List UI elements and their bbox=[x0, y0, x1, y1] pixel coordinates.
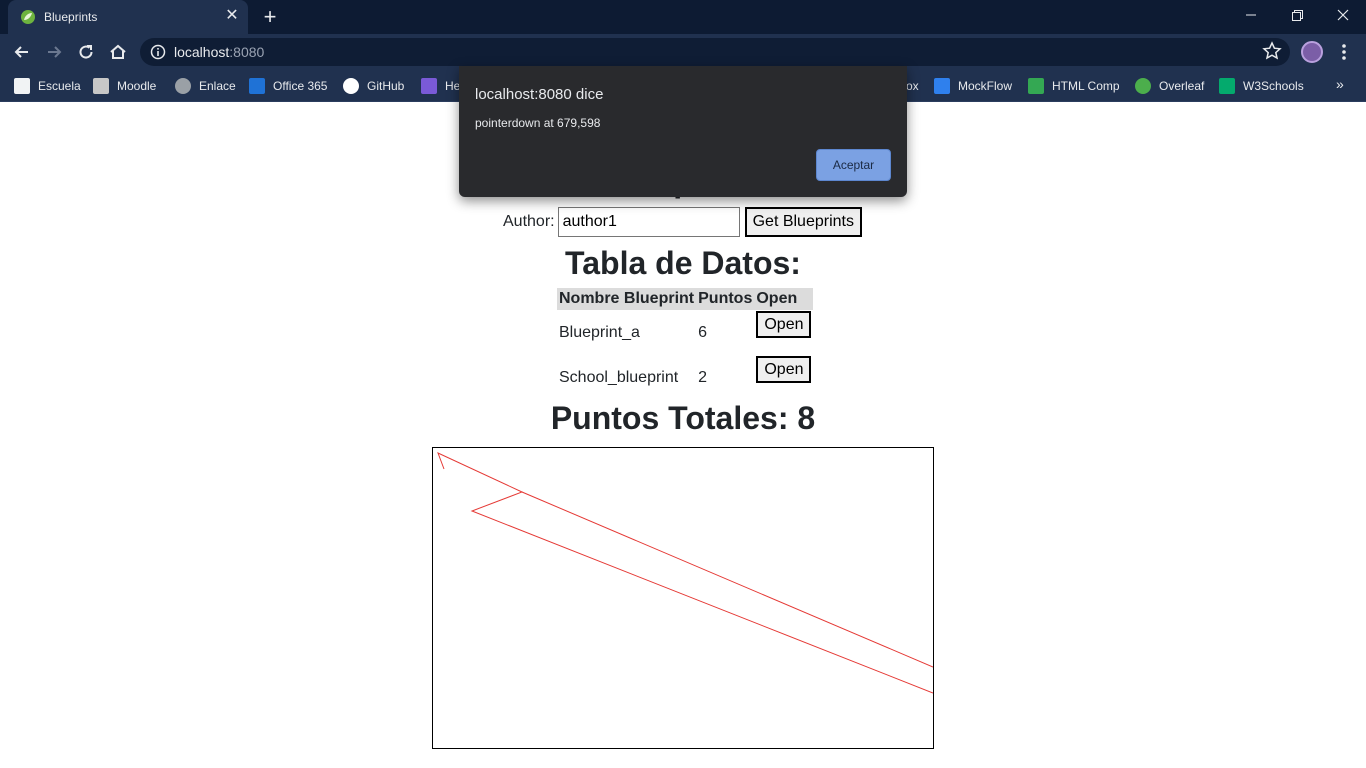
notebook-icon bbox=[14, 78, 30, 94]
url-text: localhost:8080 bbox=[174, 44, 264, 60]
home-icon[interactable] bbox=[106, 40, 130, 64]
open-button[interactable]: Open bbox=[756, 356, 812, 383]
url-host: localhost bbox=[174, 44, 230, 60]
office-icon bbox=[249, 78, 265, 94]
bookmark-label: Overleaf bbox=[1159, 79, 1205, 93]
forward-icon[interactable] bbox=[42, 40, 66, 64]
bookmark-github[interactable]: GitHub bbox=[343, 76, 404, 96]
address-bar[interactable]: localhost:8080 bbox=[140, 38, 1290, 66]
bookmark-label: ox bbox=[906, 79, 919, 93]
bookmark-office365[interactable]: Office 365 bbox=[249, 76, 327, 96]
more-bookmarks-icon[interactable]: » bbox=[1336, 76, 1344, 92]
blueprint-points-cell: 2 bbox=[698, 368, 708, 386]
blueprint-canvas[interactable] bbox=[432, 447, 934, 749]
new-tab-icon[interactable]: + bbox=[260, 6, 280, 28]
w3schools-icon bbox=[1219, 78, 1235, 94]
heroku-icon bbox=[421, 78, 437, 94]
blueprint-name-cell: School_blueprint bbox=[559, 368, 679, 386]
author-label: Author: bbox=[503, 213, 555, 230]
column-header-open: Open bbox=[754, 288, 814, 310]
minimize-icon[interactable] bbox=[1228, 0, 1274, 30]
open-cell: Open bbox=[754, 355, 813, 400]
accept-button[interactable]: Aceptar bbox=[816, 149, 891, 181]
blueprint-name-cell: Blueprint_a bbox=[559, 323, 640, 341]
bookmark-label: W3Schools bbox=[1243, 79, 1304, 93]
kebab-menu-icon[interactable] bbox=[1336, 41, 1352, 63]
bookmark-escuela[interactable]: Escuela bbox=[14, 76, 81, 96]
bookmark-label: GitHub bbox=[367, 79, 405, 93]
open-button[interactable]: Open bbox=[756, 311, 812, 338]
author-form: Author: Get Blueprints bbox=[503, 207, 862, 237]
bookmark-mockflow[interactable]: MockFlow bbox=[934, 76, 1012, 96]
bookmark-star-icon[interactable] bbox=[1262, 41, 1282, 61]
close-window-icon[interactable] bbox=[1320, 0, 1366, 30]
info-icon[interactable] bbox=[150, 44, 166, 60]
bookmark-label: MockFlow bbox=[958, 79, 1013, 93]
dialog-title: localhost:8080 dice bbox=[475, 86, 604, 103]
browser-titlebar: Blueprints ✕ + bbox=[0, 0, 1366, 34]
reload-icon[interactable] bbox=[74, 40, 98, 64]
table-header-row: Nombre Blueprint Puntos Open bbox=[557, 288, 814, 310]
column-header-name: Nombre Blueprint bbox=[557, 288, 697, 310]
overleaf-icon bbox=[1135, 78, 1151, 94]
blueprint-segment bbox=[521, 491, 934, 668]
globe-icon bbox=[175, 78, 191, 94]
column-header-points: Puntos bbox=[696, 288, 755, 310]
get-blueprints-button[interactable]: Get Blueprints bbox=[744, 207, 862, 237]
url-port: :8080 bbox=[229, 44, 265, 60]
bookmark-heroku[interactable]: He bbox=[421, 76, 460, 96]
total-points: Puntos Totales: 8 bbox=[550, 400, 816, 436]
browser-toolbar: localhost:8080 bbox=[0, 34, 1366, 70]
browser-tab[interactable]: Blueprints ✕ bbox=[8, 0, 248, 34]
tab-title: Blueprints bbox=[44, 10, 98, 24]
tab-close-icon[interactable]: ✕ bbox=[224, 8, 240, 24]
restore-icon[interactable] bbox=[1274, 0, 1320, 30]
bookmark-enlace[interactable]: Enlace bbox=[175, 76, 236, 96]
open-cell: Open bbox=[754, 310, 813, 355]
table-row: School_blueprint 2 Open bbox=[557, 355, 813, 400]
mockflow-icon bbox=[934, 78, 950, 94]
bookmark-label: Office 365 bbox=[273, 79, 328, 93]
moodle-icon bbox=[93, 78, 109, 94]
blueprint-points-cell: 6 bbox=[698, 323, 708, 341]
bookmark-overleaf[interactable]: Overleaf bbox=[1135, 76, 1204, 96]
bookmark-label: Escuela bbox=[38, 79, 81, 93]
bookmark-w3schools[interactable]: W3Schools bbox=[1219, 76, 1304, 96]
bookmark-label: Enlace bbox=[199, 79, 236, 93]
bookmark-html-comp[interactable]: HTML Comp bbox=[1028, 76, 1120, 96]
spring-leaf-icon bbox=[21, 10, 35, 24]
bookmark-label: HTML Comp bbox=[1052, 79, 1120, 93]
page-content: Blueprints Author: Get Blueprints Tabla … bbox=[0, 103, 1366, 768]
blueprint-polyline bbox=[437, 452, 934, 694]
bookmark-label: Moodle bbox=[117, 79, 157, 93]
table-title: Tabla de Datos: bbox=[565, 245, 801, 281]
author-input[interactable] bbox=[557, 207, 740, 237]
back-icon[interactable] bbox=[10, 40, 34, 64]
code-icon bbox=[1028, 78, 1044, 94]
blueprint-drawing bbox=[437, 452, 934, 694]
dialog-message: pointerdown at 679,598 bbox=[475, 116, 601, 130]
bookmark-dropbox[interactable]: ox bbox=[906, 76, 919, 96]
blueprints-table: Nombre Blueprint Puntos Open Blueprint_a… bbox=[557, 288, 814, 400]
bookmark-moodle[interactable]: Moodle bbox=[93, 76, 156, 96]
profile-avatar[interactable] bbox=[1301, 41, 1323, 63]
github-icon bbox=[343, 78, 359, 94]
table-row: Blueprint_a 6 Open bbox=[557, 310, 813, 355]
alert-dialog: localhost:8080 dice pointerdown at 679,5… bbox=[459, 66, 907, 197]
